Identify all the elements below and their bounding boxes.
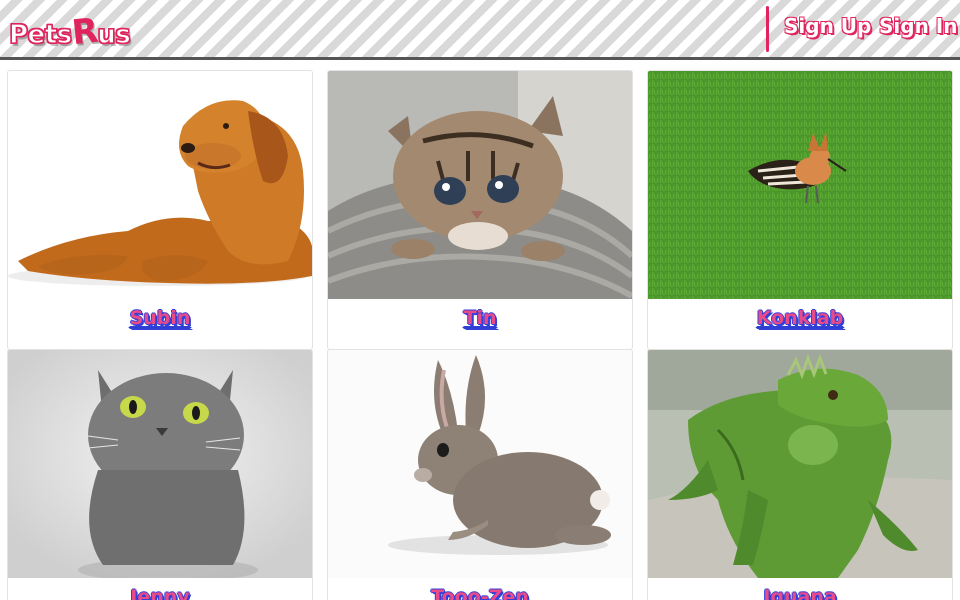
pet-card[interactable]: Tooo-Zen: [327, 349, 633, 600]
pet-photo-kitten[interactable]: [328, 71, 632, 299]
pet-name-link[interactable]: Subin: [8, 307, 312, 329]
pet-name-link[interactable]: Iguana: [648, 586, 952, 600]
nav-divider: [766, 6, 769, 52]
petsrus-logo[interactable]: PetsRus: [8, 11, 132, 53]
pet-photo-gray-cat[interactable]: [8, 350, 312, 578]
pet-card[interactable]: Konklab: [647, 70, 953, 350]
site-header: PetsRus Sign Up Sign In: [0, 0, 960, 60]
logo-text-pets: Pets: [8, 19, 72, 50]
pet-photo-iguana[interactable]: [648, 350, 952, 578]
pet-name-link[interactable]: Tooo-Zen: [328, 586, 632, 600]
pet-card[interactable]: Subin: [7, 70, 313, 350]
logo-text-us: us: [97, 19, 132, 50]
sign-in-link[interactable]: Sign In: [879, 14, 957, 44]
pet-photo-rabbit[interactable]: [328, 350, 632, 578]
sign-up-link[interactable]: Sign Up: [784, 14, 871, 44]
logo-text-r: R: [69, 10, 100, 54]
pet-name-link[interactable]: Tin: [328, 307, 632, 329]
pet-name-link[interactable]: Konklab: [648, 307, 952, 329]
pet-name-link[interactable]: Jenny: [8, 586, 312, 600]
pet-card[interactable]: Tin: [327, 70, 633, 350]
pet-photo-dog[interactable]: [8, 71, 312, 299]
pet-grid: Subin Tin Konklab Jenny Tooo-Zen Iguana: [0, 63, 960, 600]
pet-card[interactable]: Iguana: [647, 349, 953, 600]
pet-card[interactable]: Jenny: [7, 349, 313, 600]
pet-photo-bird[interactable]: [648, 71, 952, 299]
